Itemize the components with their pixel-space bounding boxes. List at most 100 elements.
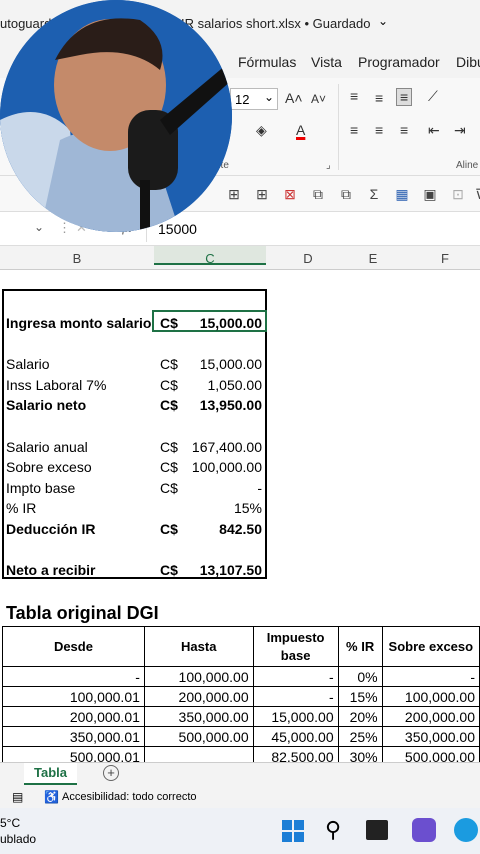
dgi-cell[interactable]: 25% [337, 726, 383, 747]
accessibility-status[interactable]: Accesibilidad: todo correcto [62, 791, 197, 803]
column-headers: B C D E F [0, 246, 480, 270]
add-sheet-button[interactable]: + [103, 765, 119, 781]
protect-icon[interactable]: ⊡ [448, 184, 468, 204]
filter-icon[interactable]: ⊽ [470, 184, 480, 204]
calc-currency: C$ [160, 438, 178, 455]
calc-value: - [257, 479, 262, 496]
dgi-cell[interactable]: 15,000.00 [252, 706, 339, 727]
decrease-indent-icon[interactable]: ⇤ [428, 122, 440, 139]
calc-row[interactable]: Inss Laboral 7% C$ 1,050.00 [6, 377, 262, 397]
macro-icon[interactable]: ▤ [12, 790, 23, 804]
calc-row[interactable] [6, 336, 262, 356]
calc-row[interactable] [6, 542, 262, 562]
dgi-cell[interactable]: 500,000.00 [143, 726, 254, 747]
edge-icon[interactable] [454, 818, 478, 842]
dgi-header-desde: Desde [2, 626, 145, 667]
calc-label: % IR [6, 500, 37, 517]
dgi-cell[interactable]: 200,000.00 [143, 686, 254, 707]
delete-icon[interactable]: ⊠ [280, 184, 300, 204]
calc-value: 100,000.00 [191, 459, 262, 476]
table-icon[interactable]: ▦ [392, 184, 412, 204]
dgi-cell[interactable]: 200,000.00 [381, 706, 480, 727]
dgi-cell[interactable]: 100,000.00 [143, 666, 254, 687]
column-header-d[interactable]: D [266, 251, 350, 266]
calc-row[interactable]: Sobre exceso C$ 100,000.00 [6, 459, 262, 479]
chevron-down-icon[interactable]: ⌄ [378, 14, 388, 28]
copy-format-icon[interactable]: ⧉ [336, 184, 356, 204]
calc-row[interactable]: Salario anual C$ 167,400.00 [6, 439, 262, 459]
calc-row[interactable] [6, 418, 262, 438]
calc-value: 15% [233, 500, 262, 517]
dgi-cell[interactable]: 0% [337, 666, 383, 687]
chevron-down-icon: ⌄ [263, 90, 274, 104]
align-center-icon[interactable]: ≡ [375, 122, 383, 138]
dgi-cell[interactable]: - [252, 686, 339, 707]
fill-color-icon[interactable]: ◈ [256, 122, 267, 139]
teams-chat-icon[interactable] [412, 818, 436, 842]
weather-text[interactable]: ublado [0, 832, 36, 846]
column-header-c[interactable]: C [154, 246, 266, 266]
dgi-cell[interactable]: 100,000.01 [2, 686, 145, 707]
calc-value: 13,950.00 [199, 397, 262, 414]
insert-column-icon[interactable]: ⊞ [224, 184, 244, 204]
calc-row[interactable]: % IR 15% [6, 500, 262, 520]
dgi-cell[interactable]: 20% [337, 706, 383, 727]
tab-dibujar[interactable]: Dibu [456, 54, 480, 70]
dgi-cell[interactable]: 45,000.00 [252, 726, 339, 747]
dgi-cell[interactable]: - [2, 666, 145, 687]
decrease-font-icon[interactable]: A˅ [311, 92, 326, 106]
tab-programador[interactable]: Programador [358, 54, 440, 70]
formula-input[interactable]: 15000 [158, 221, 197, 237]
tab-vista[interactable]: Vista [311, 54, 342, 70]
dgi-cell[interactable]: 200,000.01 [2, 706, 145, 727]
status-bar: ▤ ♿ Accesibilidad: todo correcto [0, 786, 480, 808]
dgi-header-impuesto-base: Impuesto base [252, 626, 339, 667]
task-view-icon[interactable] [366, 820, 388, 840]
calc-row[interactable]: Salario neto C$ 13,950.00 [6, 397, 262, 417]
tab-formulas[interactable]: Fórmulas [238, 54, 296, 70]
search-icon[interactable]: ⚲ [325, 817, 341, 843]
windows-start-icon[interactable] [282, 820, 304, 842]
presenter-image [0, 0, 232, 232]
dgi-cell[interactable]: 350,000.00 [143, 706, 254, 727]
align-middle-icon[interactable]: ≡ [375, 90, 383, 106]
dgi-header-ir: % IR [337, 626, 383, 667]
font-color-icon[interactable]: A [296, 122, 305, 138]
chevron-down-icon[interactable]: ⌄ [34, 220, 44, 234]
dgi-header-sobre-exceso: Sobre exceso [381, 626, 480, 667]
align-right-icon[interactable]: ≡ [400, 122, 408, 138]
dgi-cell[interactable]: 15% [337, 686, 383, 707]
sheet-tab-tabla[interactable]: Tabla [24, 763, 77, 785]
accessibility-icon[interactable]: ♿ [44, 790, 59, 804]
font-size-select[interactable]: 12 ⌄ [230, 88, 278, 110]
sum-icon[interactable]: Σ [364, 184, 384, 204]
calc-row[interactable]: Salario C$ 15,000.00 [6, 356, 262, 376]
dgi-cell[interactable]: 350,000.01 [2, 726, 145, 747]
sheet-tab-bar: Tabla + [0, 762, 480, 786]
calc-row[interactable]: Neto a recibir C$ 13,107.50 [6, 562, 262, 582]
format-cells-icon[interactable]: ⧉ [308, 184, 328, 204]
align-top-icon[interactable]: ≡ [350, 88, 358, 104]
freeze-icon[interactable]: ▣ [420, 184, 440, 204]
calc-row[interactable]: Deducción IR C$ 842.50 [6, 521, 262, 541]
increase-indent-icon[interactable]: ⇥ [454, 122, 466, 139]
calc-row[interactable]: Impto base C$ - [6, 480, 262, 500]
align-left-icon[interactable]: ≡ [350, 122, 358, 138]
dialog-launcher-icon[interactable]: ⌟ [326, 160, 331, 171]
worksheet-grid[interactable]: Ingresa monto salario C$ 15,000.00 Salario C… [0, 270, 480, 767]
column-header-e[interactable]: E [350, 251, 396, 266]
dgi-cell[interactable]: - [252, 666, 339, 687]
calc-row[interactable]: Ingresa monto salario C$ 15,000.00 [6, 315, 262, 335]
insert-row-icon[interactable]: ⊞ [252, 184, 272, 204]
weather-temp[interactable]: 5°C [0, 816, 20, 830]
align-bottom-icon[interactable]: ≡ [396, 88, 413, 106]
calc-value: 13,107.50 [199, 562, 262, 579]
column-header-b[interactable]: B [0, 251, 154, 266]
dgi-cell[interactable]: 350,000.00 [381, 726, 480, 747]
orientation-icon[interactable]: ⟋ [428, 88, 438, 105]
dgi-table: Desde Hasta Impuesto base % IR Sobre exc… [2, 626, 480, 767]
column-header-f[interactable]: F [396, 251, 480, 266]
dgi-cell[interactable]: - [381, 666, 480, 687]
dgi-cell[interactable]: 100,000.00 [381, 686, 480, 707]
increase-font-icon[interactable]: A˄ [285, 90, 303, 106]
